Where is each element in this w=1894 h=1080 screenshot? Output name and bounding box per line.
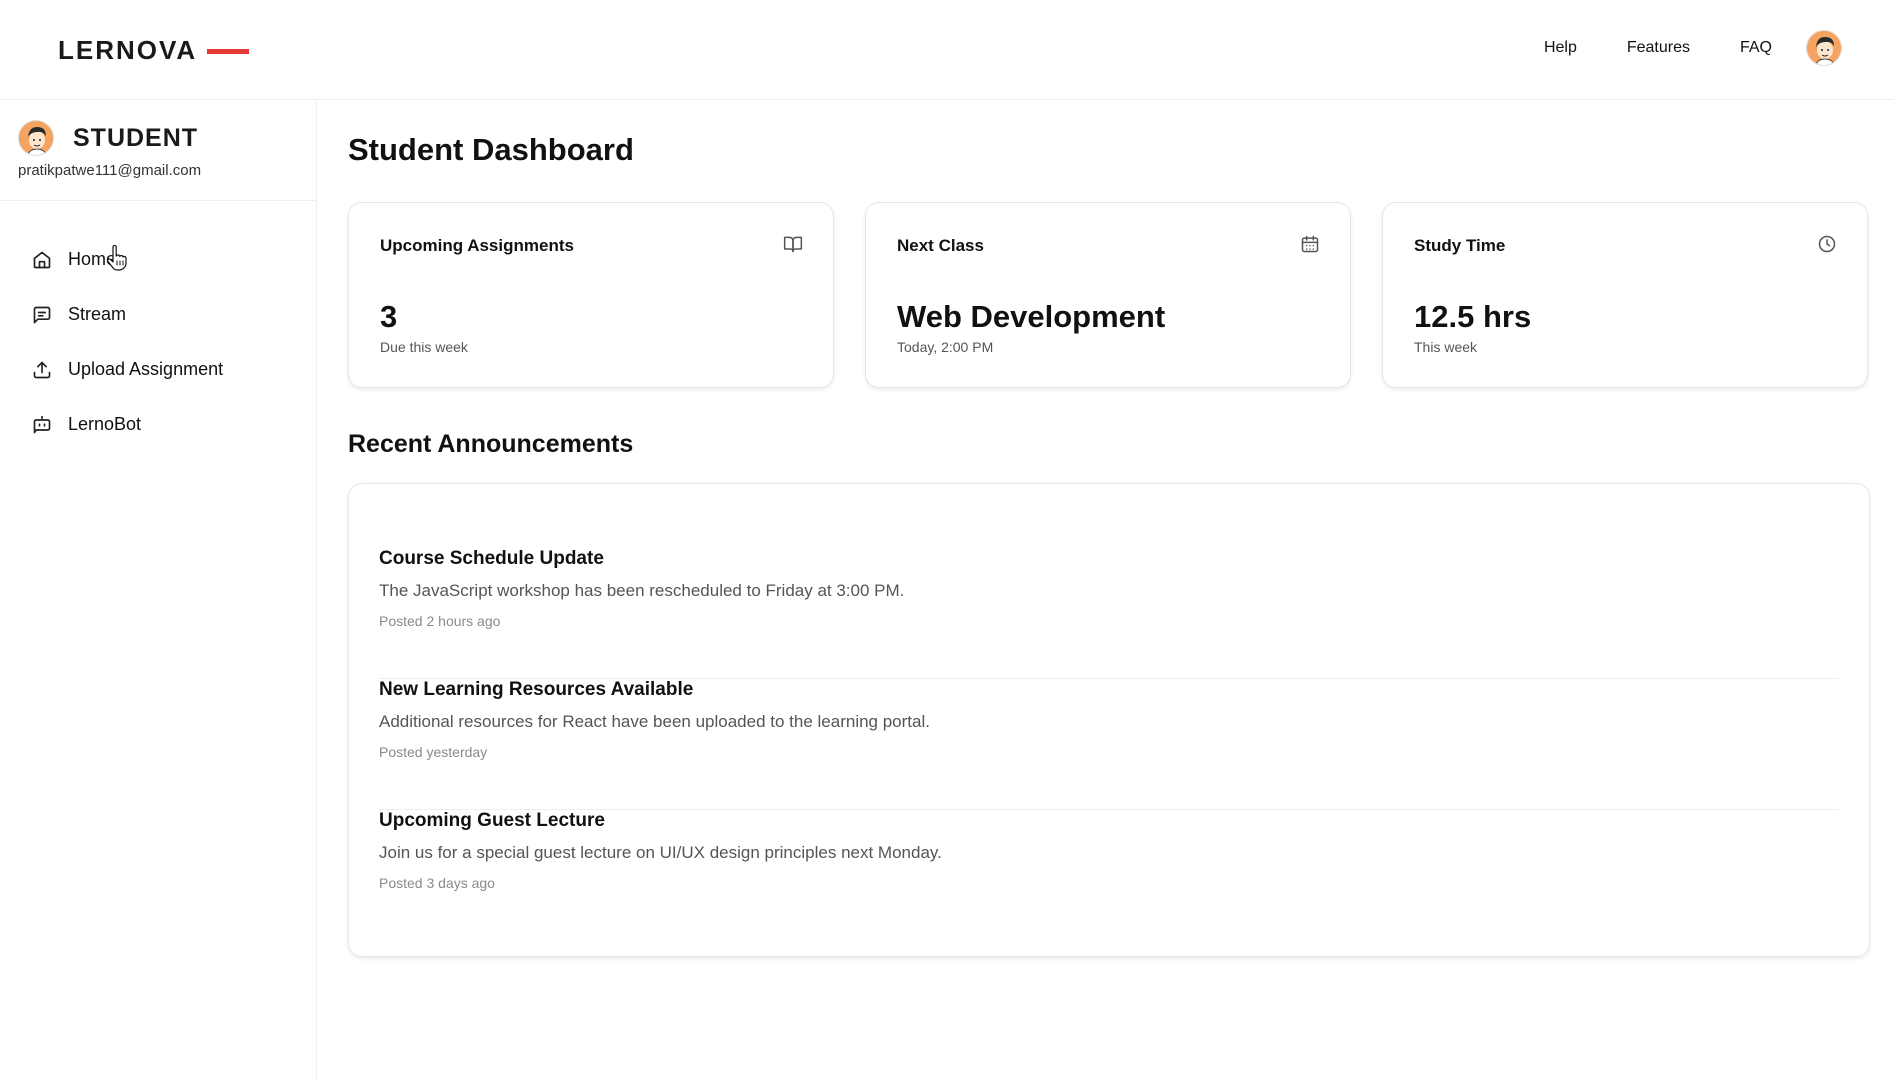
sidebar-item-lernobot[interactable]: LernoBot xyxy=(32,397,223,452)
hand-pointer-cursor-icon xyxy=(107,245,127,271)
sidebar-item-label: LernoBot xyxy=(68,414,142,434)
bot-icon xyxy=(33,415,51,433)
brand-accent-dash xyxy=(207,49,250,54)
stat-card-study-time[interactable]: Study Time 12.5 hrs This week xyxy=(1382,202,1868,388)
message-icon xyxy=(33,306,51,323)
user-avatar[interactable] xyxy=(1806,30,1842,66)
stat-card-upcoming-assignments[interactable]: Upcoming Assignments 3 Due this week xyxy=(348,202,834,388)
profile-block: STUDENT pratikpatwe111@gmail.com xyxy=(18,120,201,179)
stat-card-next-class[interactable]: Next Class Web Development Today, 2:00 P… xyxy=(865,202,1351,388)
upload-icon xyxy=(33,361,51,378)
announcements-card: Course Schedule Update The JavaScript wo… xyxy=(348,483,1870,957)
user-role: STUDENT xyxy=(73,123,199,152)
stat-card-subtitle: This week xyxy=(1414,339,1478,355)
stat-card-title: Upcoming Assignments xyxy=(380,236,574,255)
stat-card-subtitle: Today, 2:00 PM xyxy=(897,339,994,355)
announcement-body: Additional resources for React have been… xyxy=(379,712,930,731)
avatar-illustration-icon xyxy=(19,121,53,155)
user-email: pratikpatwe111@gmail.com xyxy=(18,162,202,179)
announcement-timestamp: Posted 3 days ago xyxy=(379,875,495,891)
stat-card-title: Next Class xyxy=(897,236,984,255)
sidebar-avatar xyxy=(18,120,54,156)
brand-name: LERNOVA xyxy=(58,35,198,65)
announcement-body: Join us for a special guest lecture on U… xyxy=(379,843,942,862)
sidebar-item-upload-assignment[interactable]: Upload Assignment xyxy=(32,342,223,397)
announcements-heading: Recent Announcements xyxy=(348,430,634,458)
stat-card-value: 3 xyxy=(380,299,398,334)
announcement-title: New Learning Resources Available xyxy=(379,679,694,700)
stat-card-title: Study Time xyxy=(1414,236,1506,255)
top-nav: Help Features FAQ xyxy=(1544,30,1842,66)
nav-help-link[interactable]: Help xyxy=(1544,39,1577,57)
sidebar-item-label: Upload Assignment xyxy=(68,359,224,379)
announcement-timestamp: Posted yesterday xyxy=(379,744,488,760)
top-bar: LERNOVA Help Features FAQ xyxy=(0,0,1894,100)
page-title: Student Dashboard xyxy=(348,132,634,167)
announcement-title: Course Schedule Update xyxy=(379,548,604,569)
sidebar: STUDENT pratikpatwe111@gmail.com Home St… xyxy=(0,100,317,1080)
book-open-icon xyxy=(783,236,803,253)
announcement-item[interactable]: Upcoming Guest Lecture Join us for a spe… xyxy=(379,810,1839,941)
nav-features-link[interactable]: Features xyxy=(1627,39,1690,57)
avatar-illustration-icon xyxy=(1807,31,1841,65)
announcement-item[interactable]: Course Schedule Update The JavaScript wo… xyxy=(379,548,1839,679)
stat-card-subtitle: Due this week xyxy=(380,339,468,355)
sidebar-item-label: Stream xyxy=(68,304,127,324)
announcement-timestamp: Posted 2 hours ago xyxy=(379,613,501,629)
clock-icon xyxy=(1818,235,1836,253)
sidebar-item-stream[interactable]: Stream xyxy=(32,287,223,342)
announcement-title: Upcoming Guest Lecture xyxy=(379,810,605,831)
calendar-icon xyxy=(1301,235,1319,253)
stat-card-value: Web Development xyxy=(897,299,1166,334)
stat-card-value: 12.5 hrs xyxy=(1414,299,1532,334)
brand-logo[interactable]: LERNOVA xyxy=(58,35,250,66)
announcement-item[interactable]: New Learning Resources Available Additio… xyxy=(379,679,1839,810)
home-icon xyxy=(33,251,51,268)
announcement-body: The JavaScript workshop has been resched… xyxy=(379,581,905,600)
sidebar-divider xyxy=(0,200,316,201)
nav-faq-link[interactable]: FAQ xyxy=(1740,39,1772,57)
